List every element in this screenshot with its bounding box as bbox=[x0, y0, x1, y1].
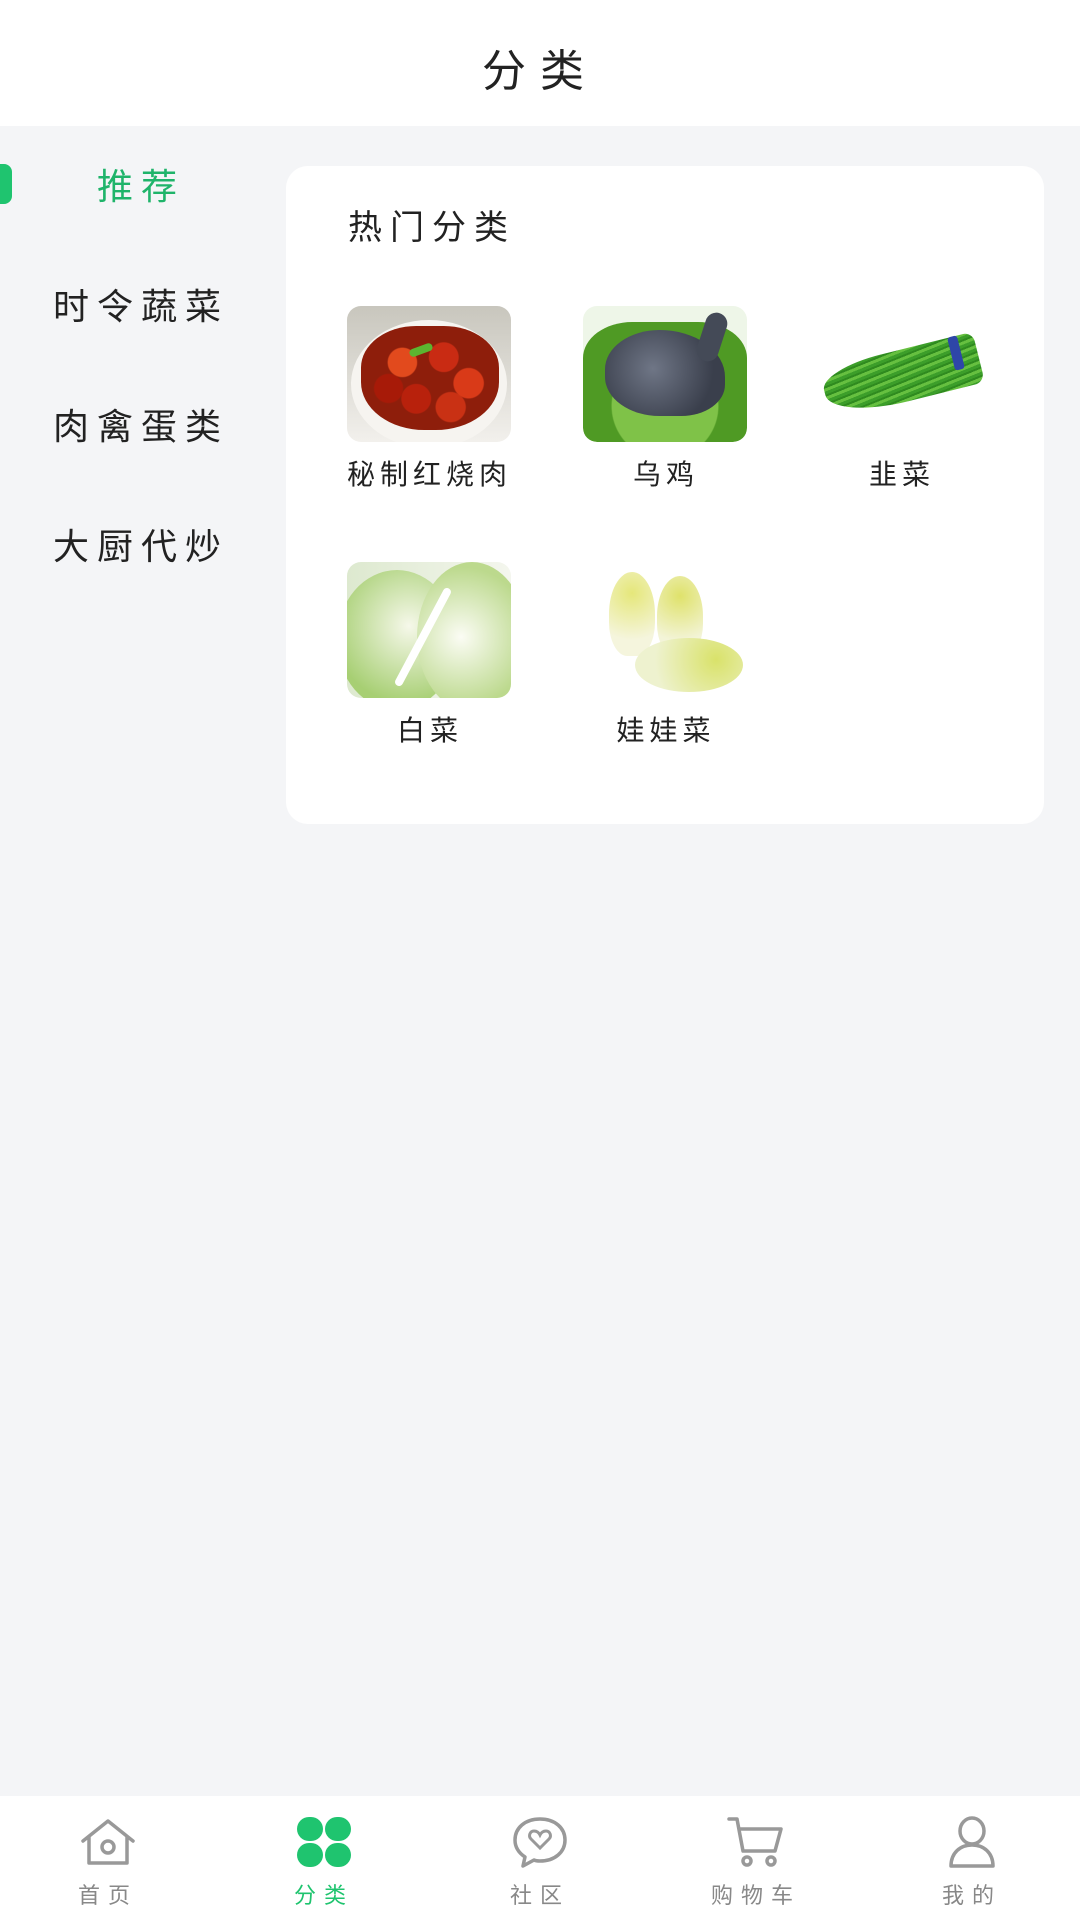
category-label: 韭菜 bbox=[868, 458, 935, 491]
category-baby-cabbage[interactable]: 娃娃菜 bbox=[583, 562, 749, 750]
category-label: 白菜 bbox=[396, 714, 463, 747]
category-sidebar: 推荐 时令蔬菜 肉禽蛋类 大厨代炒 bbox=[0, 126, 282, 1796]
cart-icon bbox=[724, 1814, 788, 1870]
tab-label: 首页 bbox=[77, 1884, 138, 1909]
category-chives[interactable]: 韭菜 bbox=[819, 306, 985, 494]
tab-home[interactable]: 首页 bbox=[0, 1796, 216, 1920]
sidebar-item-label: 大厨代炒 bbox=[52, 527, 229, 568]
tab-cart[interactable]: 购物车 bbox=[648, 1796, 864, 1920]
category-label: 乌鸡 bbox=[632, 458, 699, 491]
category-label: 秘制红烧肉 bbox=[347, 458, 513, 491]
category-napa-cabbage[interactable]: 白菜 bbox=[347, 562, 513, 750]
sidebar-item-recommend[interactable]: 推荐 bbox=[0, 144, 282, 224]
profile-icon bbox=[940, 1814, 1004, 1870]
community-icon bbox=[508, 1814, 572, 1870]
sidebar-item-meat-poultry-eggs[interactable]: 肉禽蛋类 bbox=[0, 384, 282, 464]
tab-label: 我的 bbox=[941, 1884, 1002, 1909]
tab-label: 分类 bbox=[293, 1884, 354, 1909]
tab-community[interactable]: 社区 bbox=[432, 1796, 648, 1920]
bottom-tab-bar: 首页 分类 社区 购物车 我的 bbox=[0, 1796, 1080, 1920]
home-icon bbox=[76, 1814, 140, 1870]
chives-image bbox=[819, 306, 983, 442]
tab-label: 社区 bbox=[509, 1884, 570, 1909]
hot-categories-card: 热门分类 秘制红烧肉 乌鸡 韭菜 白菜 娃娃菜 bbox=[286, 166, 1044, 824]
category-braised-pork[interactable]: 秘制红烧肉 bbox=[347, 306, 513, 494]
napa-cabbage-image bbox=[347, 562, 511, 698]
sidebar-item-label: 时令蔬菜 bbox=[52, 287, 229, 328]
sidebar-item-label: 推荐 bbox=[96, 167, 185, 208]
active-indicator bbox=[0, 164, 12, 204]
sidebar-item-seasonal-vegetables[interactable]: 时令蔬菜 bbox=[0, 264, 282, 344]
black-chicken-image bbox=[583, 306, 747, 442]
category-black-chicken[interactable]: 乌鸡 bbox=[583, 306, 749, 494]
tab-category[interactable]: 分类 bbox=[216, 1796, 432, 1920]
braised-pork-image bbox=[347, 306, 511, 442]
page-title: 分类 bbox=[482, 46, 598, 97]
category-label: 娃娃菜 bbox=[616, 714, 716, 747]
sidebar-item-label: 肉禽蛋类 bbox=[52, 407, 229, 448]
sidebar-item-chef-cooking[interactable]: 大厨代炒 bbox=[0, 504, 282, 584]
section-title: 热门分类 bbox=[348, 208, 516, 248]
category-icon bbox=[292, 1814, 356, 1870]
top-bar: 分类 bbox=[0, 0, 1080, 126]
tab-label: 购物车 bbox=[710, 1884, 801, 1909]
baby-cabbage-image bbox=[583, 562, 747, 698]
tab-profile[interactable]: 我的 bbox=[864, 1796, 1080, 1920]
